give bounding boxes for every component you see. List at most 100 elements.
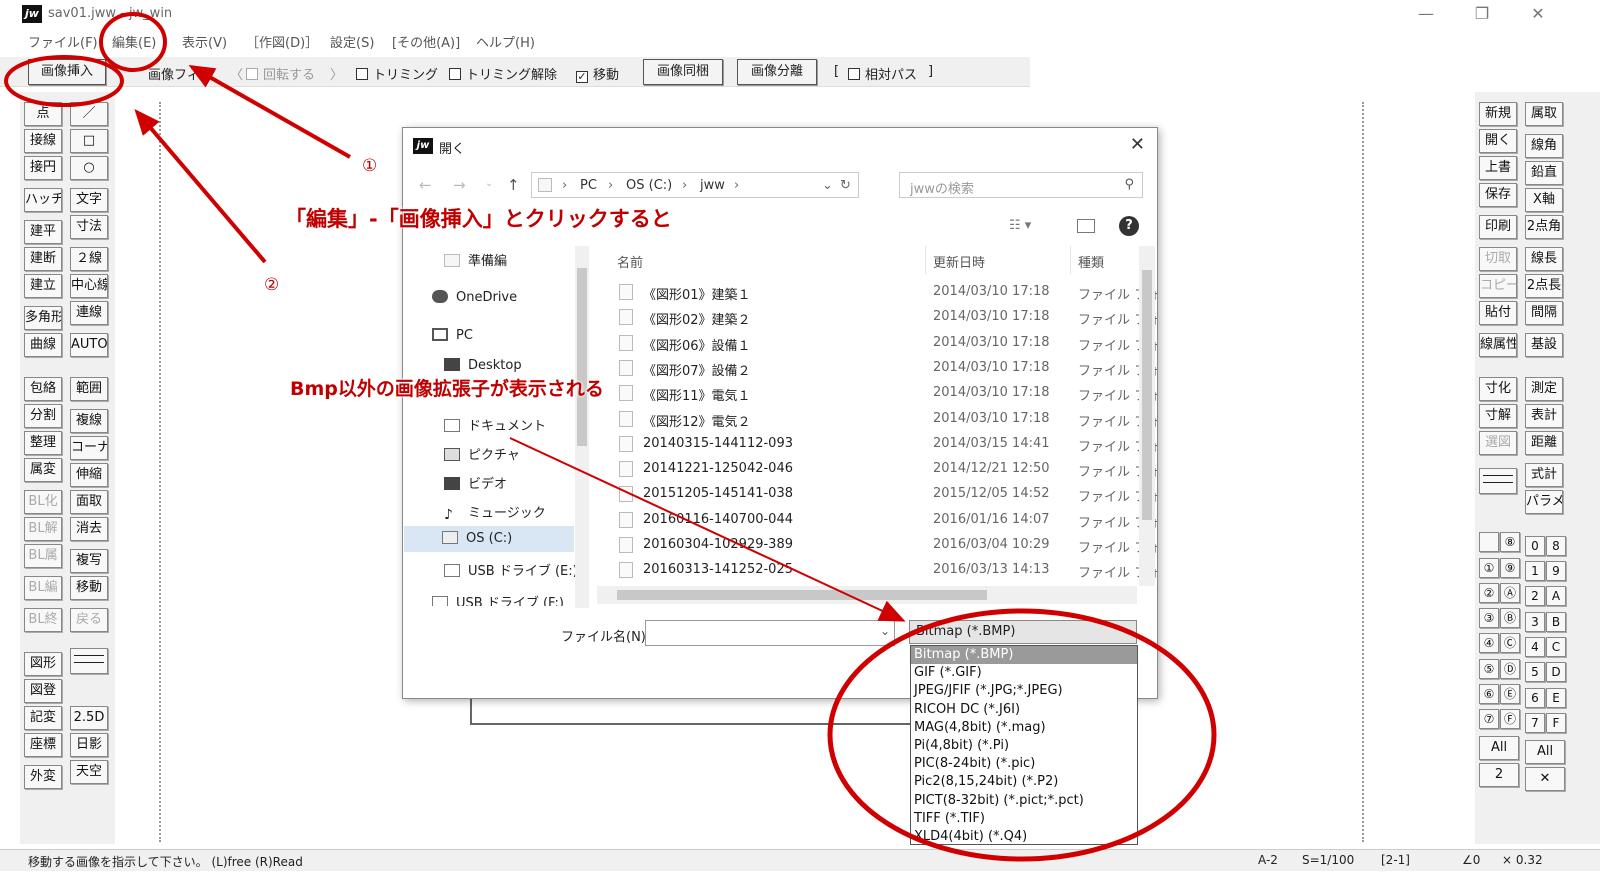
filetype-option[interactable]: Pic2(8,15,24bit) (*.P2)	[911, 773, 1137, 791]
layer-cross-button[interactable]: ✕	[1525, 767, 1565, 791]
file-list-vscroll[interactable]	[1139, 246, 1155, 586]
filetype-option[interactable]: Bitmap (*.BMP)	[911, 646, 1137, 665]
view-options-icon[interactable]: ☷ ▾	[1009, 218, 1031, 233]
tool-figure[interactable]: 図形	[24, 652, 62, 676]
layer-6[interactable]: 6	[1525, 688, 1545, 708]
file-row[interactable]: 《図形01》建築１ 2014/03/10 17:18 ファイル フォ	[613, 280, 1157, 305]
tool-cut[interactable]: 切取	[1479, 247, 1517, 271]
tool-stretch[interactable]: 伸縮	[70, 463, 108, 487]
tool-line-length[interactable]: 線長	[1525, 247, 1563, 271]
layer-d[interactable]: D	[1546, 662, 1566, 682]
status-scale[interactable]: S=1/100	[1302, 853, 1354, 867]
file-row[interactable]: 20160116-140700-044 2016/01/16 14:07 ファイル …	[613, 508, 1157, 533]
filetype-option[interactable]: XLD4(4bit) (*.Q4)	[911, 828, 1137, 846]
layer-c[interactable]: C	[1546, 637, 1566, 657]
tool-overwrite[interactable]: 上書	[1479, 156, 1517, 180]
refresh-icon[interactable]: ↻	[840, 178, 851, 193]
same-image-button[interactable]: 画像同梱	[643, 59, 723, 85]
layer-group-a[interactable]: Ⓐ	[1500, 583, 1520, 603]
layer-8[interactable]: 8	[1546, 536, 1566, 556]
tool-two-point-angle[interactable]: 2点角	[1525, 215, 1563, 239]
status-factor[interactable]: × 0.32	[1502, 853, 1543, 867]
filetype-option[interactable]: Pi(4,8bit) (*.Pi)	[911, 737, 1137, 755]
file-row[interactable]: 20160313-141252-025 2016/03/13 14:13 ファイル …	[613, 558, 1157, 583]
layer-group-blank[interactable]	[1479, 532, 1499, 552]
filetype-option[interactable]: MAG(4,8bit) (*.mag)	[911, 719, 1137, 737]
status-paper-size[interactable]: A-2	[1258, 853, 1278, 867]
file-row[interactable]: 20141221-125042-046 2014/12/21 12:50 ファイル …	[613, 457, 1157, 482]
column-header-date[interactable]: 更新日時	[933, 252, 985, 271]
close-button[interactable]: ✕	[1518, 2, 1558, 26]
tool-shadow[interactable]: 日影	[70, 733, 108, 757]
image-fit-label[interactable]: 画像フィ	[148, 64, 200, 83]
layer-all-button[interactable]: All	[1525, 740, 1565, 764]
tool-double-line[interactable]: ２線	[70, 247, 108, 271]
menu-draw[interactable]: ［作図(D)］	[246, 32, 318, 51]
layer-1[interactable]: 1	[1525, 561, 1545, 581]
layer-group-8[interactable]: ⑧	[1500, 532, 1520, 552]
tool-2-5d[interactable]: 2.5D	[70, 706, 108, 730]
filetype-select[interactable]: Bitmap (*.BMP)	[909, 620, 1137, 644]
nav-item-documents[interactable]: ドキュメント	[444, 415, 546, 434]
tool-tangent-line[interactable]: 接線	[24, 129, 62, 153]
tool-auto[interactable]: AUTO	[70, 333, 108, 357]
tool-block-edit[interactable]: BL編	[24, 576, 62, 600]
tool-offset-line[interactable]: 複線	[70, 409, 108, 433]
dialog-close-button[interactable]: ✕	[1130, 134, 1145, 155]
layer-2[interactable]: 2	[1525, 586, 1545, 606]
layer-group-6[interactable]: ⑥	[1479, 684, 1499, 704]
tool-open[interactable]: 開く	[1479, 129, 1517, 153]
move-checkbox[interactable]: ✓ 移動	[576, 64, 619, 83]
layer-f[interactable]: F	[1546, 713, 1566, 733]
up-arrow-icon[interactable]: ↑	[507, 176, 520, 194]
line-type-indicator-right[interactable]	[1479, 468, 1517, 494]
status-layer[interactable]: [2-1]	[1381, 853, 1410, 867]
file-row[interactable]: 20140315-144112-093 2014/03/15 14:41 ファイル …	[613, 432, 1157, 457]
tool-dim-release[interactable]: 寸解	[1479, 404, 1517, 428]
tool-measure[interactable]: 測定	[1525, 377, 1563, 401]
minimize-button[interactable]: —	[1406, 2, 1446, 26]
help-icon[interactable]: ?	[1119, 216, 1139, 236]
breadcrumb-pc[interactable]: PC	[580, 178, 597, 193]
nav-scrollbar[interactable]	[575, 246, 589, 608]
trimming-release-checkbox[interactable]: トリミング解除	[449, 64, 557, 83]
layer-7[interactable]: 7	[1525, 713, 1545, 733]
scroll-thumb[interactable]	[1142, 270, 1152, 520]
trimming-checkbox[interactable]: トリミング	[356, 64, 438, 83]
filetype-option[interactable]: GIF (*.GIF)	[911, 664, 1137, 682]
tool-rectangle[interactable]: □	[70, 129, 108, 153]
tool-text[interactable]: 文字	[70, 188, 108, 212]
layer-3[interactable]: 3	[1525, 612, 1545, 632]
tool-get-attribute[interactable]: 属取	[1525, 102, 1563, 126]
nav-item-desktop[interactable]: Desktop	[444, 358, 522, 373]
tool-x-axis[interactable]: X軸	[1525, 188, 1563, 212]
menu-help[interactable]: ヘルプ(H)	[476, 32, 535, 51]
tool-base-setting[interactable]: 基設	[1525, 333, 1563, 357]
file-row[interactable]: 20151205-145141-038 2015/12/05 14:52 ファイル …	[613, 482, 1157, 507]
forward-arrow-icon[interactable]: →	[453, 176, 466, 194]
line-type-indicator[interactable]	[70, 648, 108, 674]
tool-curve[interactable]: 曲線	[24, 333, 62, 357]
tool-divide[interactable]: 分割	[24, 404, 62, 428]
breadcrumb-folder[interactable]: jww	[700, 178, 725, 193]
layer-group-5[interactable]: ⑤	[1479, 659, 1499, 679]
tool-paste[interactable]: 貼付	[1479, 301, 1517, 325]
nav-item-videos[interactable]: ビデオ	[444, 473, 507, 492]
tool-hatch[interactable]: ハッチ	[24, 188, 62, 212]
tool-symbol-change[interactable]: 記変	[24, 706, 62, 730]
layer-group-2[interactable]: ②	[1479, 583, 1499, 603]
tool-figure-register[interactable]: 図登	[24, 679, 62, 703]
filetype-option[interactable]: PICT(8-32bit) (*.pict;*.pct)	[911, 792, 1137, 810]
file-row[interactable]: 《図形06》設備１ 2014/03/10 17:18 ファイル フォ	[613, 331, 1157, 356]
tool-arch-plan[interactable]: 建平	[24, 220, 62, 244]
menu-view[interactable]: 表示(V)	[182, 32, 227, 51]
scroll-thumb[interactable]	[617, 590, 987, 600]
tool-interval[interactable]: 間隔	[1525, 301, 1563, 325]
tool-dim-create[interactable]: 寸化	[1479, 377, 1517, 401]
tool-erase[interactable]: 消去	[70, 517, 108, 541]
layer-group-all-button[interactable]: All	[1479, 736, 1519, 760]
relative-path-checkbox[interactable]: 相対パス	[848, 64, 917, 83]
filetype-option[interactable]: RICOH DC (*.J6I)	[911, 701, 1137, 719]
tool-table-calc[interactable]: 表計	[1525, 404, 1563, 428]
column-header-name[interactable]: 名前	[617, 252, 643, 271]
